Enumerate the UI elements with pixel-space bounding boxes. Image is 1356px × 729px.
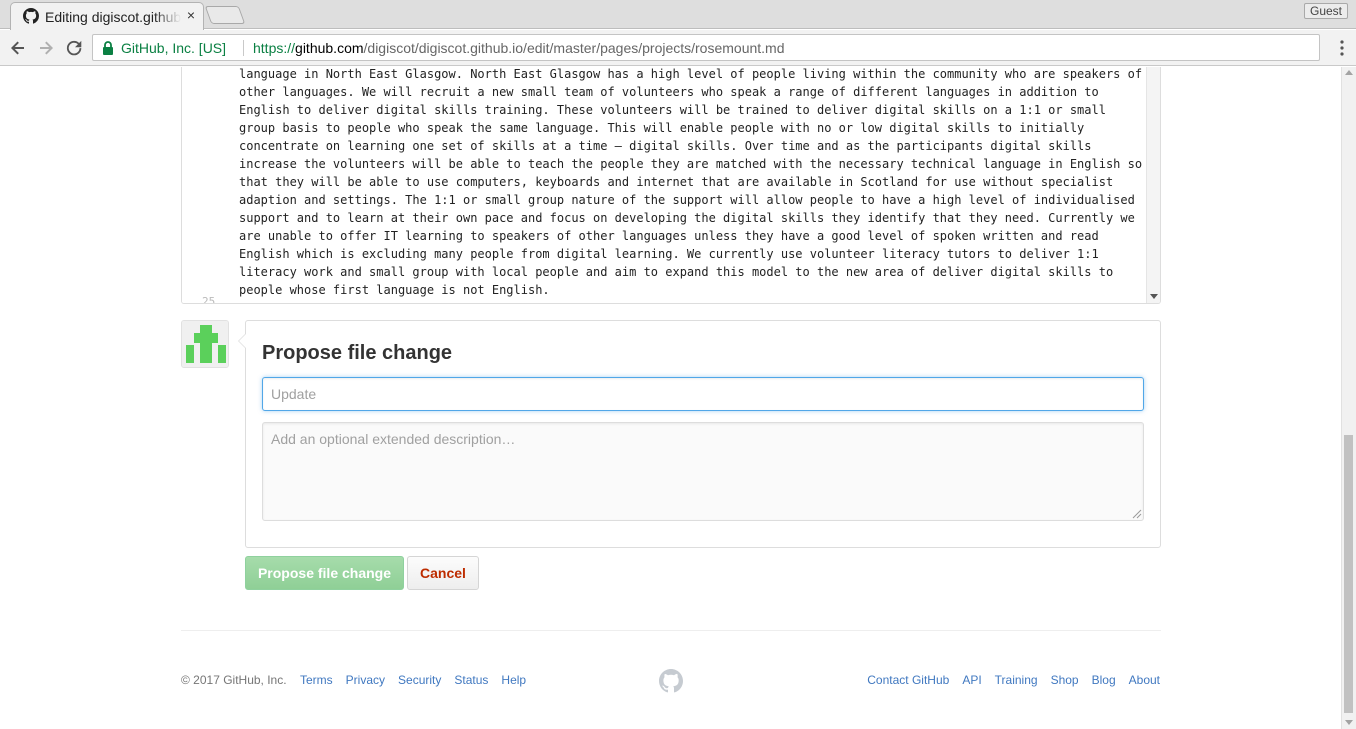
code-line[interactable]: language in North East Glasgow. North Ea… [239,67,1145,83]
url-host: github.com [295,40,364,56]
address-bar[interactable]: GitHub, Inc. [US] https://github.com/dig… [92,34,1320,61]
code-line[interactable]: group basis to people who speak the same… [239,119,1145,137]
browser-tab-active[interactable]: Editing digiscot.github.io/pages/project… [10,2,204,30]
code-line[interactable]: other languages. We will recruit a new s… [239,83,1145,101]
reload-icon [66,40,82,56]
footer-link-about[interactable]: About [1129,673,1160,687]
page-scrollbar[interactable] [1341,67,1356,729]
code-line[interactable]: concentrate on learning one set of skill… [239,137,1145,155]
footer-links-right: Contact GitHub API Training Shop Blog About [854,673,1160,687]
site-identity-label[interactable]: GitHub, Inc. [US] [121,40,226,56]
code-line[interactable]: people whose first language is not Engli… [239,281,1145,299]
address-separator [243,40,244,56]
forward-button[interactable] [36,38,56,58]
commit-summary-input[interactable] [262,377,1144,411]
url-text[interactable]: https://github.com/digiscot/digiscot.git… [253,40,785,56]
code-line[interactable]: support and to learn at their own pace a… [239,209,1145,227]
back-button[interactable] [8,38,28,58]
commit-description-input[interactable] [262,422,1144,521]
url-scheme: https:// [253,40,296,56]
propose-file-change-button[interactable]: Propose file change [245,556,404,590]
commit-heading: Propose file change [262,342,453,364]
lock-icon [103,41,113,55]
browser-tabstrip: Editing digiscot.github.io/pages/project… [0,0,1356,30]
footer-link-training[interactable]: Training [995,673,1038,687]
resize-grip-icon[interactable] [1132,509,1142,519]
footer-link-blog[interactable]: Blog [1092,673,1116,687]
cancel-button[interactable]: Cancel [407,556,479,590]
footer-link-security[interactable]: Security [398,673,441,687]
back-arrow-icon [11,41,24,55]
footer-link-status[interactable]: Status [454,673,488,687]
code-line[interactable]: English to deliver digital skills traini… [239,101,1145,119]
code-line[interactable]: that they will be able to use computers,… [239,173,1145,191]
tab-close-icon[interactable]: × [187,7,195,23]
footer-copyright: © 2017 GitHub, Inc. [181,673,287,687]
url-path: /digiscot/digiscot.github.io/edit/master… [363,40,785,56]
code-editor[interactable]: 25 language in North East Glasgow. North… [181,67,1161,304]
page-scroll-up-arrow-icon[interactable] [1345,70,1353,75]
forward-arrow-icon [40,41,53,55]
code-line[interactable]: adaption and settings. The 1:1 or small … [239,191,1145,209]
commit-form: Propose file change [238,320,1161,548]
footer-link-terms[interactable]: Terms [300,673,333,687]
line-number-gutter: 25 [182,67,230,303]
footer-link-shop[interactable]: Shop [1051,673,1079,687]
tab-title: Editing digiscot.github.io/pages/project… [45,9,181,25]
github-favicon-icon [23,8,39,24]
page-scroll-down-arrow-icon[interactable] [1345,720,1353,725]
footer-link-api[interactable]: API [962,673,981,687]
browser-menu-icon[interactable] [1340,39,1344,57]
identicon-icon [182,321,228,367]
user-avatar [181,320,229,368]
reload-button[interactable] [64,38,84,58]
footer-link-privacy[interactable]: Privacy [346,673,385,687]
code-line[interactable]: are unable to offer IT learning to speak… [239,227,1145,245]
guest-profile-badge[interactable]: Guest [1303,3,1348,19]
editor-scrollbar[interactable] [1146,67,1160,303]
code-content[interactable]: language in North East Glasgow. North Ea… [239,67,1145,299]
footer-link-contact-github[interactable]: Contact GitHub [867,673,949,687]
code-line[interactable]: literacy work and small group with local… [239,263,1145,281]
line-number: 25 [202,295,216,304]
browser-toolbar: GitHub, Inc. [US] https://github.com/dig… [0,30,1356,66]
new-tab-button[interactable] [204,6,246,24]
github-mark-icon[interactable] [659,669,683,693]
code-line[interactable]: increase the volunteers will be able to … [239,155,1145,173]
footer-links-left: Terms Privacy Security Status Help [300,673,539,687]
page-scrollbar-thumb[interactable] [1344,435,1353,713]
footer-link-help[interactable]: Help [501,673,526,687]
page-viewport: 25 language in North East Glasgow. North… [0,67,1356,729]
footer-divider [181,630,1161,631]
code-line[interactable]: English which is excluding many people f… [239,245,1145,263]
scroll-down-arrow-icon[interactable] [1150,294,1158,299]
